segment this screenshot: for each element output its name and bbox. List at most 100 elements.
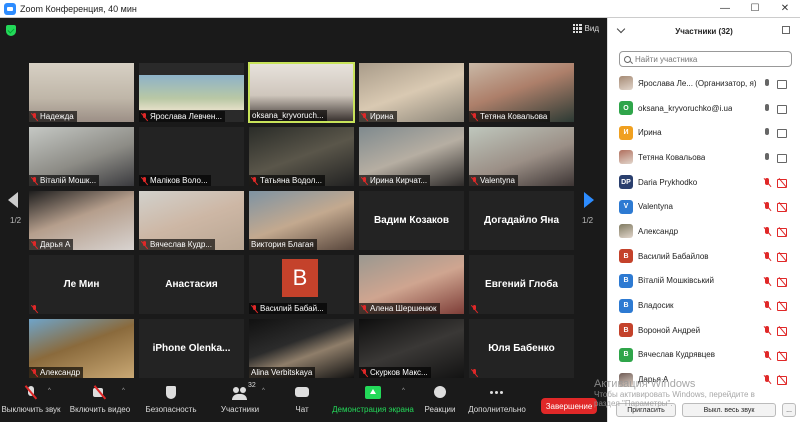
- participant-row[interactable]: V Valentyna: [608, 194, 800, 219]
- reactions-button[interactable]: Реакции: [418, 378, 462, 422]
- video-tile[interactable]: B Василий Бабай...: [248, 254, 355, 315]
- video-tile[interactable]: Ярослава Левчен...: [138, 62, 245, 123]
- mute-button[interactable]: ^ Выключить звук: [0, 378, 62, 422]
- participant-row[interactable]: B Владосик: [608, 293, 800, 318]
- muted-mic-icon: [361, 112, 368, 121]
- mic-muted-icon[interactable]: [763, 350, 771, 360]
- participant-row[interactable]: B Василий Бабайлов: [608, 244, 800, 269]
- participant-row[interactable]: B Вячеслав Кудрявцев: [608, 343, 800, 368]
- next-page-arrow-icon[interactable]: [584, 192, 594, 208]
- mic-icon[interactable]: [763, 128, 771, 137]
- participant-row[interactable]: DP Daria Prykhodko: [608, 170, 800, 195]
- start-video-button[interactable]: ^ Включить видео: [62, 378, 138, 422]
- tile-name-label: Дарья А: [29, 239, 74, 250]
- video-tile[interactable]: Вячеслав Кудр...: [138, 190, 245, 251]
- mic-muted-icon[interactable]: [763, 177, 771, 187]
- participant-search[interactable]: [619, 51, 792, 67]
- camera-off-icon[interactable]: [777, 351, 788, 361]
- more-button[interactable]: Дополнительно: [462, 378, 532, 422]
- video-tile[interactable]: Ирина: [358, 62, 465, 123]
- zoom-app-icon: [4, 2, 16, 15]
- tile-participant-name: Ирина: [370, 112, 394, 121]
- video-tile[interactable]: Юля Бабенко: [468, 318, 575, 379]
- view-button[interactable]: Вид: [572, 24, 599, 33]
- collapse-chevron-icon[interactable]: [616, 24, 626, 34]
- share-screen-button[interactable]: ^ Демонстрация экрана: [328, 378, 418, 422]
- participants-button[interactable]: 32 ^ Участники: [204, 378, 276, 422]
- participant-row[interactable]: Ooksana_kryvoruchko@i.ua: [608, 96, 800, 121]
- camera-icon[interactable]: [777, 154, 788, 164]
- video-tile[interactable]: Valentyna: [468, 126, 575, 187]
- video-tile[interactable]: Вадим Козаков: [358, 190, 465, 251]
- tile-mute-indicator: [469, 368, 481, 378]
- video-tile[interactable]: Ле Мин: [28, 254, 135, 315]
- video-tile[interactable]: Маліков Воло...: [138, 126, 245, 187]
- participant-search-input[interactable]: [635, 54, 785, 64]
- mic-icon[interactable]: [763, 153, 771, 162]
- camera-off-icon[interactable]: [777, 178, 788, 188]
- video-tile[interactable]: oksana_kryvoruch...: [248, 62, 355, 123]
- video-tile[interactable]: Дарья А: [28, 190, 135, 251]
- camera-off-icon[interactable]: [777, 228, 788, 238]
- video-tile[interactable]: Тетяна Ковальова: [468, 62, 575, 123]
- avatar: B: [282, 259, 318, 297]
- video-tile[interactable]: Татьяна Водол...: [248, 126, 355, 187]
- encryption-shield-icon[interactable]: [6, 25, 16, 36]
- mic-muted-icon[interactable]: [763, 301, 771, 310]
- video-options-caret[interactable]: ^: [122, 388, 125, 394]
- participant-row[interactable]: B Вороной Андрей: [608, 318, 800, 343]
- participants-options-caret[interactable]: ^: [262, 388, 265, 394]
- tile-name-label: oksana_kryvoruch...: [250, 110, 327, 121]
- camera-off-icon[interactable]: [777, 277, 788, 287]
- video-tile[interactable]: Alina Verbitskaya: [248, 318, 355, 379]
- participant-row[interactable]: Ярослава Ле... (Организатор, я): [608, 71, 800, 96]
- participant-list: Ярослава Ле... (Организатор, я) Ooksana_k…: [608, 71, 800, 392]
- tile-name-label: Тетяна Ковальова: [469, 111, 551, 122]
- camera-off-icon[interactable]: [777, 326, 788, 336]
- video-tile[interactable]: Скурков Макс...: [358, 318, 465, 379]
- mic-muted-icon[interactable]: [763, 251, 771, 261]
- camera-icon[interactable]: [777, 104, 788, 114]
- prev-page-arrow-icon[interactable]: [8, 192, 18, 208]
- pop-out-icon[interactable]: [782, 26, 790, 34]
- participants-panel-header: Участники (32): [608, 18, 800, 44]
- security-button[interactable]: Безопасность: [138, 378, 204, 422]
- minimize-button[interactable]: —: [710, 0, 740, 18]
- avatar: [619, 224, 633, 239]
- watermark-line2: Чтобы активировать Windows, перейдите в: [594, 390, 755, 399]
- video-tile[interactable]: Алена Шершенюк: [358, 254, 465, 315]
- camera-off-icon[interactable]: [777, 203, 788, 213]
- video-tile[interactable]: Догадайло Яна: [468, 190, 575, 251]
- share-options-caret[interactable]: ^: [402, 388, 405, 394]
- end-meeting-button[interactable]: Завершение: [541, 398, 597, 414]
- mic-muted-icon[interactable]: [763, 276, 771, 286]
- participant-row[interactable]: B Віталій Мошківський: [608, 269, 800, 294]
- close-button[interactable]: ✕: [770, 0, 800, 18]
- avatar: [619, 150, 633, 165]
- camera-icon[interactable]: [777, 80, 788, 89]
- video-tile[interactable]: Ирина Кирчат...: [358, 126, 465, 187]
- mic-muted-icon[interactable]: [763, 227, 771, 236]
- audio-options-caret[interactable]: ^: [48, 388, 51, 394]
- participant-row[interactable]: И Ирина: [608, 120, 800, 145]
- video-tile[interactable]: Віталій Мошк...: [28, 126, 135, 187]
- mic-muted-icon[interactable]: [763, 202, 771, 211]
- video-tile[interactable]: Виктория Благая: [248, 190, 355, 251]
- video-tile[interactable]: Надежда: [28, 62, 135, 123]
- video-tile[interactable]: iPhone Olenka...: [138, 318, 245, 379]
- avatar: B: [619, 273, 633, 288]
- participant-row[interactable]: Александр: [608, 219, 800, 244]
- camera-off-icon[interactable]: [777, 252, 788, 262]
- camera-off-icon[interactable]: [777, 302, 788, 312]
- video-tile[interactable]: Александр: [28, 318, 135, 379]
- video-tile[interactable]: Евгений Глоба: [468, 254, 575, 315]
- mic-icon[interactable]: [763, 79, 771, 88]
- mic-icon[interactable]: [763, 103, 771, 113]
- mic-muted-icon[interactable]: [763, 325, 771, 335]
- participant-name: Тетяна Ковальова: [638, 152, 706, 162]
- video-tile[interactable]: Анастасия: [138, 254, 245, 315]
- camera-icon[interactable]: [777, 129, 788, 139]
- participant-row[interactable]: Тетяна Ковальова: [608, 145, 800, 170]
- chat-button[interactable]: Чат: [276, 378, 328, 422]
- maximize-button[interactable]: ☐: [740, 0, 770, 18]
